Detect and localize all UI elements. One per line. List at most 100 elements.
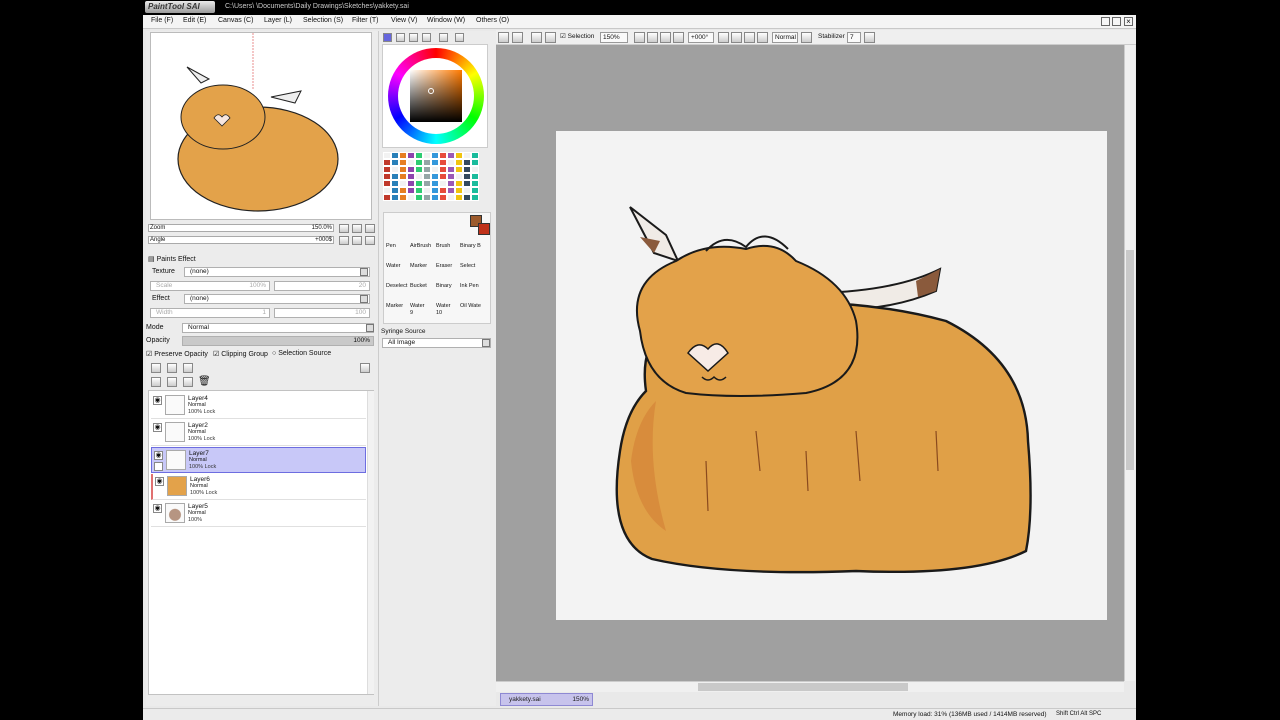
palette-swatch[interactable] [407,180,415,187]
layer-mode-select[interactable]: Normal [182,323,374,333]
tool-ink-pen[interactable]: Ink Pen [460,283,479,289]
palette-swatch[interactable] [455,152,463,159]
palette-swatch[interactable] [431,194,439,201]
rotate-left-button[interactable] [339,236,349,245]
palette-swatch[interactable] [439,159,447,166]
palette-swatch[interactable] [455,166,463,173]
tool-select[interactable]: Select [460,263,475,269]
palette-swatch[interactable] [383,152,391,159]
zoom-slider[interactable]: Zoom 150.0% [148,224,334,233]
zoom-reset-button[interactable] [365,224,375,233]
palette-swatch[interactable] [431,173,439,180]
tool-pen[interactable]: Pen [386,243,396,249]
palette-swatch[interactable] [447,159,455,166]
palette-swatch[interactable] [471,180,479,187]
scratchpad-tab-icon[interactable] [455,33,464,42]
tool-marker-2[interactable]: Marker [386,303,403,309]
layer-panel-menu-icon[interactable] [360,363,370,373]
zoom-field[interactable]: 150% [600,32,628,43]
palette-swatch[interactable] [439,180,447,187]
palette-swatch[interactable] [471,152,479,159]
tool-marker[interactable]: Marker [410,263,427,269]
palette-swatch[interactable] [391,166,399,173]
menu-edit[interactable]: Edit (E) [183,17,206,24]
stabilizer-dropdown-icon[interactable] [864,32,875,43]
palette-swatch[interactable] [471,166,479,173]
palette-swatch[interactable] [471,173,479,180]
opacity-slider[interactable]: 100% [182,336,374,346]
texture-strength-slider[interactable]: 20 [274,281,370,291]
palette-swatch[interactable] [439,152,447,159]
invert-selection-icon[interactable] [545,32,556,43]
document-tab[interactable]: yakkety.sai 150% [500,693,593,706]
syringe-source-select[interactable]: All Image [382,338,491,348]
effect-width-slider[interactable]: Width 1 [150,308,270,318]
palette-swatch[interactable] [463,194,471,201]
palette-swatch[interactable] [423,194,431,201]
layer-row-selected[interactable]: ◉ Layer7 Normal 100% Lock [151,447,366,473]
palette-swatch[interactable] [399,152,407,159]
palette-swatch[interactable] [407,173,415,180]
deselect-icon[interactable] [531,32,542,43]
vertical-scroll-thumb[interactable] [1126,250,1134,470]
texture-select[interactable]: (none) [184,267,370,277]
rgb-slider-tab-icon[interactable] [396,33,405,42]
zoom-out-button[interactable] [339,224,349,233]
tool-eraser[interactable]: Eraser [436,263,452,269]
new-folder-icon[interactable] [183,363,193,373]
minimize-button[interactable] [1101,17,1110,26]
color-wheel-tab-icon[interactable] [383,33,392,42]
palette-swatch[interactable] [391,173,399,180]
tool-airbrush[interactable]: AirBrush [410,243,431,249]
saturation-value-square[interactable] [410,70,462,122]
menu-file[interactable]: File (F) [151,17,173,24]
palette-swatch[interactable] [431,180,439,187]
palette-swatch[interactable] [447,194,455,201]
palette-swatch[interactable] [471,187,479,194]
palette-swatch[interactable] [455,173,463,180]
color-wheel-box[interactable] [382,44,488,148]
zoom-in-button[interactable] [352,224,362,233]
chevron-down-icon[interactable] [360,268,368,276]
tool-oil-water[interactable]: Oil Wate [460,303,481,309]
palette-swatch[interactable] [423,173,431,180]
palette-swatch[interactable] [415,152,423,159]
rotate-reset-icon[interactable] [744,32,755,43]
palette-swatch[interactable] [407,187,415,194]
zoom-fit-icon[interactable] [673,32,684,43]
view-mode-icon[interactable] [801,32,812,43]
palette-swatch[interactable] [455,187,463,194]
palette-swatch[interactable] [383,159,391,166]
palette-swatch[interactable] [447,180,455,187]
visibility-eye-icon[interactable]: ◉ [153,504,162,513]
menu-others[interactable]: Others (O) [476,17,509,24]
palette-swatch[interactable] [399,194,407,201]
vertical-scrollbar[interactable] [1124,45,1135,681]
palette-swatch[interactable] [391,187,399,194]
tool-binary[interactable]: Binary [436,283,452,289]
palette-swatch[interactable] [407,152,415,159]
palette-swatch[interactable] [407,166,415,173]
pen-icon[interactable] [154,462,163,471]
hsv-slider-tab-icon[interactable] [409,33,418,42]
selection-checkbox[interactable]: ☑ Selection [558,32,596,43]
navigator-preview[interactable] [150,32,372,220]
tool-water-2[interactable]: Water [410,303,424,309]
menu-view[interactable]: View (V) [391,17,417,24]
zoom-reset-icon[interactable] [660,32,671,43]
menu-selection[interactable]: Selection (S) [303,17,343,24]
visibility-eye-icon[interactable]: ◉ [153,396,162,405]
selection-source-checkbox[interactable]: ○ Selection Source [272,350,331,357]
tool-water-3[interactable]: Water [436,303,450,309]
palette-swatch[interactable] [471,159,479,166]
texture-scale-slider[interactable]: Scale 100% [150,281,270,291]
palette-swatch[interactable] [383,180,391,187]
palette-swatch[interactable] [415,166,423,173]
palette-swatch[interactable] [423,187,431,194]
chevron-down-icon[interactable] [360,295,368,303]
color-swatches[interactable] [383,152,483,208]
palette-swatch[interactable] [455,194,463,201]
layer-row[interactable]: ◉ Layer5 Normal 100% [151,501,366,527]
flip-horizontal-icon[interactable] [757,32,768,43]
horizontal-scroll-thumb[interactable] [698,683,908,691]
